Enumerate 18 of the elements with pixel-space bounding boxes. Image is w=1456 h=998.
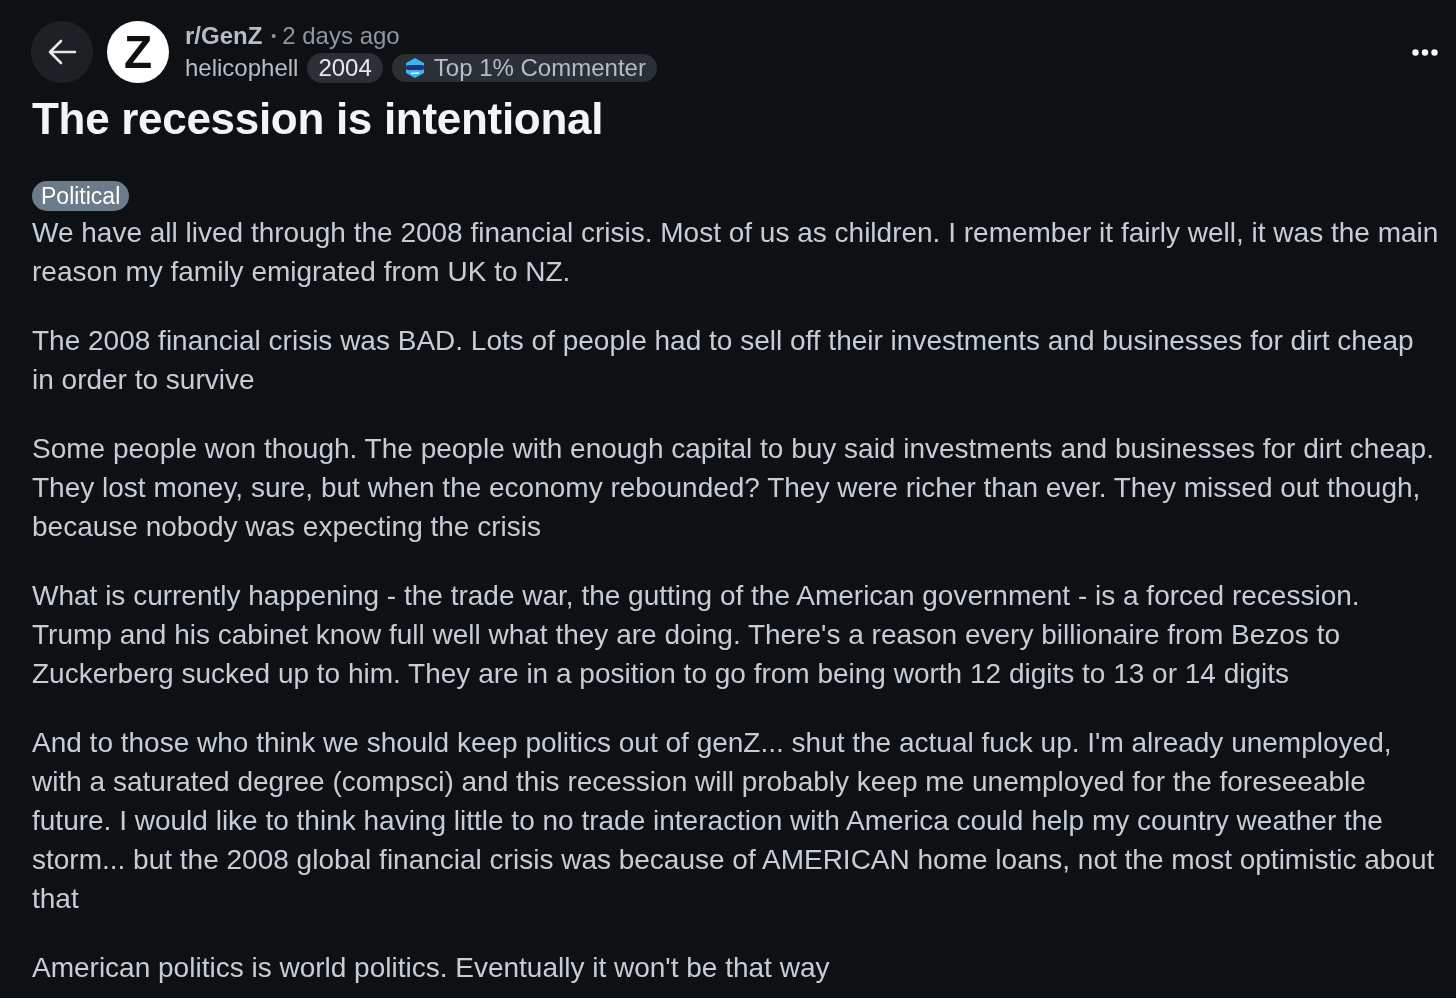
post-time: 2 days ago	[282, 24, 400, 48]
community-avatar[interactable]: Z	[107, 21, 169, 83]
body-paragraph: Some people won though. The people with enough capital to buy said investments and businesses for dirt cheap. They lost money, sure, but when the economy rebounded? They were richer than ever. They missed out though, because nobody was expecting the crisis	[32, 432, 1435, 544]
author-link[interactable]: helicophell	[185, 55, 299, 80]
community-link[interactable]: r/GenZ	[185, 24, 263, 48]
body-paragraph: The 2008 financial crisis was BAD. Lots of people had to sell off their investments and businesses for dirt cheap in order to survive	[32, 324, 1415, 397]
separator: •	[271, 29, 277, 43]
ellipsis-icon	[1412, 48, 1438, 56]
user-flair: 2004	[307, 52, 383, 83]
post-flair[interactable]: Political	[32, 181, 130, 211]
body-paragraph: American politics is world politics. Eventually it won't be that way	[32, 951, 831, 985]
body-paragraph: And to those who think we should keep politics out of genZ... shut the actual fuck up. I'm already unemployed, with a saturated degree (compsci) and this recession will probably keep me unemployed for the foreseeable future. I would like to think having little to no trade interaction with America could help my country weather the storm... but the 2008 global financial crisis was because of AMERICAN home loans, not the most optimistic about that	[32, 726, 1436, 916]
commenter-badge[interactable]: Top 1% Commenter	[391, 53, 657, 82]
back-arrow-icon	[47, 39, 77, 65]
sunglasses-face-icon	[403, 56, 426, 79]
body-paragraph: We have all lived through the 2008 financial crisis. Most of us as children. I remember it fairly well, it was the main reason my family emigrated from UK to NZ.	[32, 216, 1440, 289]
post-title: The recession is intentional	[32, 93, 605, 145]
body-paragraph: What is currently happening - the trade war, the gutting of the American government - is a forced recession. Trump and his cabinet know full well what they are doing. There's a reason every billionaire from Bezos to Zuckerberg sucked up to him. They are in a position to go from being worth 12 digits to 13 or 14 digits	[32, 579, 1361, 691]
